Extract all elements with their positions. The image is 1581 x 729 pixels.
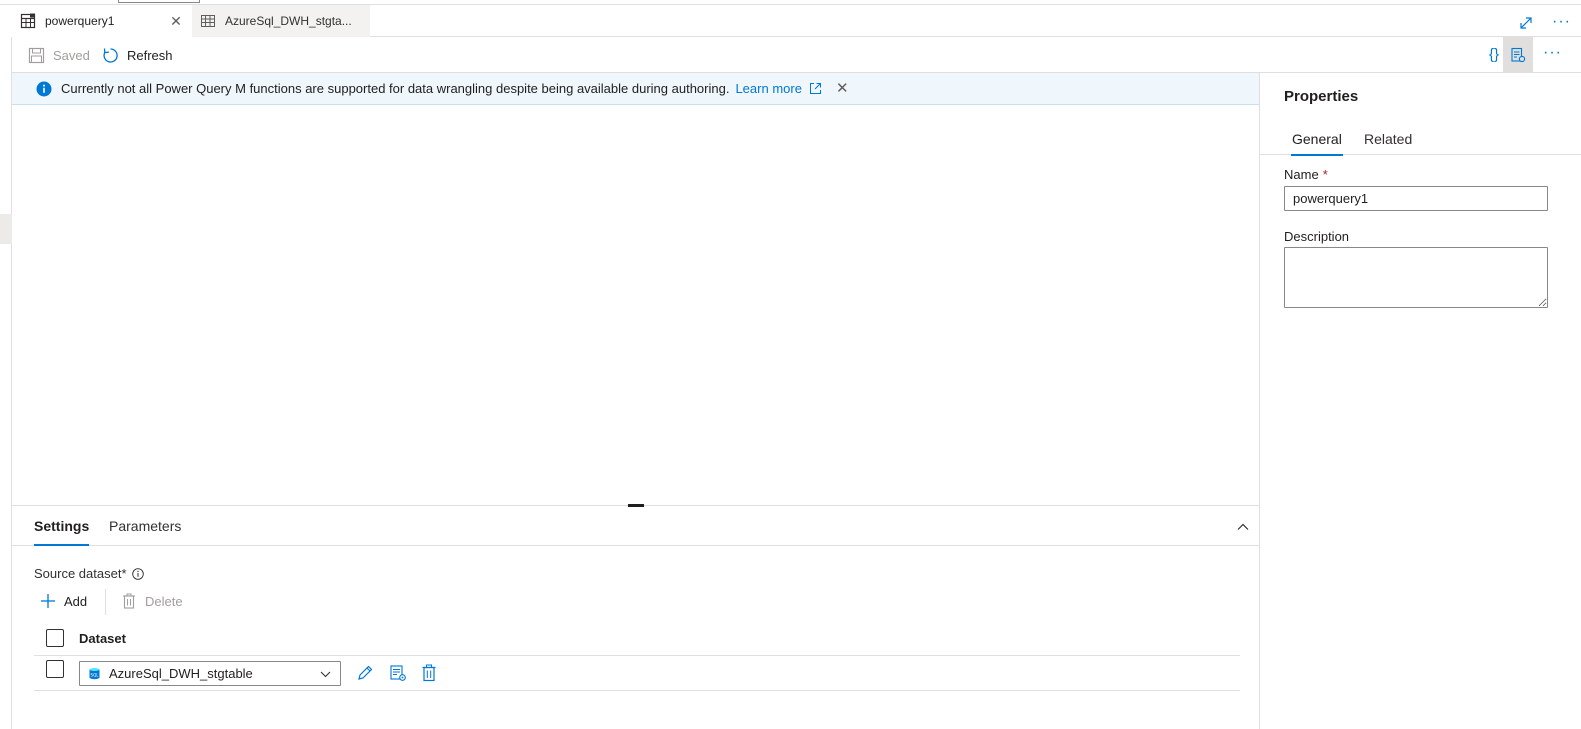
banner-message: Currently not all Power Query M function… [61,81,730,96]
info-icon [36,81,52,97]
select-all-checkbox[interactable] [46,629,64,647]
saved-label: Saved [53,47,90,63]
dataset-dropdown-value: AzureSql_DWH_stgtable [109,666,253,681]
external-link-icon[interactable] [809,82,822,95]
tab-label: AzureSql_DWH_stgta... [225,14,352,28]
tab-related-label: Related [1364,131,1413,147]
tab-parameters-label: Parameters [109,518,182,534]
editor-canvas[interactable] [12,105,1259,505]
saved-button[interactable]: Saved [28,37,90,73]
editor-toolbar: Saved Refresh {} ··· [12,37,1581,73]
properties-title: Properties [1284,88,1359,105]
tab-parameters[interactable]: Parameters [109,506,181,546]
save-icon [28,47,53,64]
banner-close-icon[interactable]: ✕ [836,81,849,96]
trash-icon[interactable] [421,664,437,682]
chevron-up-icon[interactable] [1236,520,1250,534]
info-outline-icon[interactable] [131,567,144,580]
tab-general[interactable]: General [1291,123,1343,156]
add-label: Add [64,593,88,609]
required-marker: * [1322,167,1328,182]
source-dataset-label: Source dataset* [34,566,144,581]
description-label: Description [1284,229,1350,244]
tab-settings[interactable]: Settings [34,506,90,546]
powerquery-icon [20,13,36,29]
column-header-dataset: Dataset [79,631,126,646]
top-strip-marker [118,0,200,3]
tab-powerquery1[interactable]: powerquery1 ✕ [12,5,192,37]
description-field[interactable] [1284,247,1548,308]
close-icon[interactable]: ✕ [168,13,184,29]
tab-label: powerquery1 [45,14,115,28]
refresh-label: Refresh [127,47,173,63]
row-checkbox[interactable] [46,660,64,678]
left-rail [0,37,12,729]
sql-database-icon: SQL [89,667,100,680]
preview-data-icon[interactable] [389,664,407,682]
chevron-down-icon [320,670,331,678]
dataset-table-header: Dataset [34,621,1240,656]
properties-toggle-button[interactable] [1503,37,1533,72]
name-label: Name * [1284,167,1328,182]
tab-settings-label: Settings [34,518,90,534]
trash-icon [122,593,145,609]
delete-button[interactable]: Delete [122,590,183,612]
settings-tab-bar: Settings Parameters [12,506,1259,546]
delete-label: Delete [145,593,183,609]
braces-icon: {} [1488,46,1500,63]
add-button[interactable]: Add [40,590,87,612]
left-rail-handle[interactable] [0,214,12,244]
name-field[interactable] [1284,186,1548,211]
tab-azuresql-dataset[interactable]: AzureSql_DWH_stgta... [192,5,370,37]
plus-icon [40,593,64,609]
properties-tab-bar: General Related [1260,123,1581,156]
toolbar-divider [105,589,106,615]
expand-icon[interactable] [1519,16,1533,30]
tab-general-label: General [1292,131,1342,147]
info-banner: Currently not all Power Query M function… [12,73,1259,105]
document-tab-bar: powerquery1 ✕ AzureSql_DWH_stgta... ··· [12,5,1581,37]
learn-more-link[interactable]: Learn more [735,81,801,96]
pencil-icon[interactable] [356,664,374,682]
properties-panel: Properties General Related Name* Descrip… [1259,73,1581,729]
tab-more-button[interactable]: ··· [1552,13,1571,31]
properties-icon [1510,47,1526,63]
tab-related[interactable]: Related [1364,123,1412,155]
name-label-text: Name [1284,167,1319,182]
table-icon [200,13,216,29]
svg-text:SQL: SQL [91,673,100,678]
toolbar-more-button[interactable]: ··· [1543,44,1562,62]
dataset-dropdown[interactable]: SQL AzureSql_DWH_stgtable [79,661,341,686]
refresh-icon [102,47,127,64]
source-dataset-text: Source dataset* [34,566,127,581]
table-row: SQL AzureSql_DWH_stgtable [34,656,1240,691]
refresh-button[interactable]: Refresh [102,37,173,73]
